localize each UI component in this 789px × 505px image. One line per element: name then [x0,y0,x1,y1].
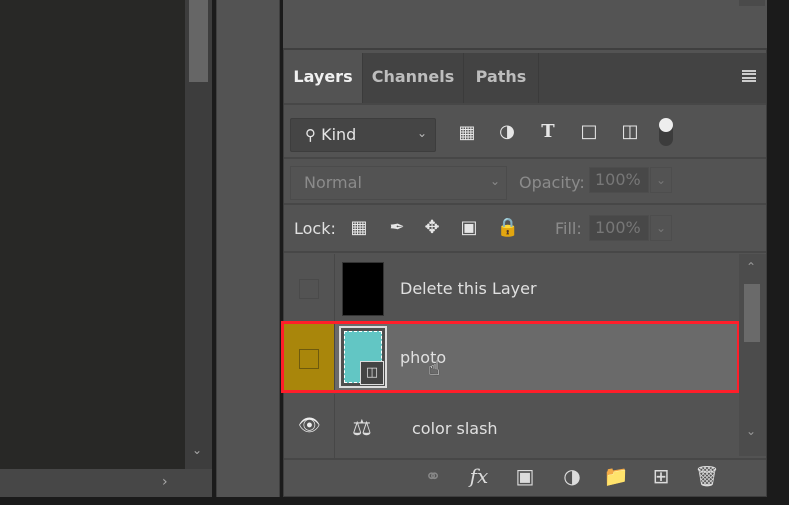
chevron-up-icon[interactable]: ⌃ [746,260,756,274]
document-canvas[interactable] [0,0,185,469]
opacity-label: Opacity: [519,173,585,192]
fx-icon[interactable]: fx [466,464,492,488]
fill-dropdown[interactable]: ⌄ [650,215,672,241]
link-layers-icon[interactable]: ⚭ [420,464,446,488]
adjustment-layer-icon: ⚖ [352,416,372,441]
visibility-off-box [299,279,319,299]
search-icon: ⚲ [305,126,316,144]
opacity-input[interactable]: 100% [589,167,649,193]
blend-mode-value: Normal [304,173,362,192]
image-filter-icon[interactable]: ▦ [455,123,479,143]
filter-toggle[interactable] [659,118,673,146]
lock-image-pixels-icon[interactable]: ✒ [385,218,409,238]
layers-scroll-thumb[interactable] [744,284,760,342]
scroll-thumb[interactable] [189,0,208,82]
lock-all-icon[interactable]: 🔒 [496,218,520,238]
chevron-down-icon: ⌄ [489,174,500,188]
tab-channels[interactable]: Channels [363,53,464,103]
filter-kind-label: Kind [321,125,357,144]
upper-panel [283,0,767,50]
new-group-icon[interactable]: 📁 [603,464,629,488]
panel-tabs: Layers Channels Paths [284,53,766,103]
new-adjustment-layer-icon[interactable]: ◑ [559,464,585,488]
upper-panel-element [739,0,765,6]
divider [284,203,766,205]
panel-dock-column [216,0,280,497]
blend-mode-dropdown[interactable]: Normal ⌄ [290,166,507,200]
lock-transparent-pixels-icon[interactable]: ▦ [347,218,371,238]
eye-icon: 👁 [298,415,321,436]
type-filter-icon[interactable]: T [536,122,560,142]
panel-menu-icon[interactable] [742,70,756,82]
lock-label: Lock: [294,219,336,238]
layer-name[interactable]: Delete this Layer [400,279,537,298]
fill-input[interactable]: 100% [589,215,649,241]
chevron-down-icon[interactable]: ⌄ [746,424,756,438]
tab-paths[interactable]: Paths [464,53,539,103]
highlight-box [281,321,740,393]
layer-name[interactable]: color slash [412,419,498,438]
lock-position-icon[interactable]: ✥ [420,218,444,238]
chevron-down-icon[interactable]: ⌄ [192,443,202,457]
visibility-toggle[interactable]: 👁 [284,394,335,462]
chevron-right-icon[interactable]: › [162,474,168,490]
visibility-toggle[interactable] [284,254,335,322]
layer-row[interactable]: 👁 ⚖ color slash [284,394,739,462]
filter-kind-dropdown[interactable]: ⚲ Kind ⌄ [290,118,436,152]
smart-object-filter-icon[interactable]: ◫ [618,122,642,142]
shape-filter-icon[interactable]: □ [577,122,601,142]
add-mask-icon[interactable]: ▣ [512,464,538,488]
divider [284,157,766,159]
layer-row[interactable]: Delete this Layer [284,254,739,322]
divider [284,103,766,105]
lock-artboard-icon[interactable]: ▣ [457,218,481,238]
fill-label: Fill: [555,219,582,238]
opacity-dropdown[interactable]: ⌄ [650,167,672,193]
trash-icon[interactable]: 🗑 [694,464,720,488]
layer-thumbnail [342,262,384,316]
chevron-down-icon: ⌄ [416,126,427,140]
new-layer-icon[interactable]: ⊞ [648,464,674,488]
horizontal-scrollbar[interactable] [0,469,212,497]
tab-layers[interactable]: Layers [284,53,363,103]
divider [284,251,766,253]
adjustment-filter-icon[interactable]: ◑ [495,122,519,142]
